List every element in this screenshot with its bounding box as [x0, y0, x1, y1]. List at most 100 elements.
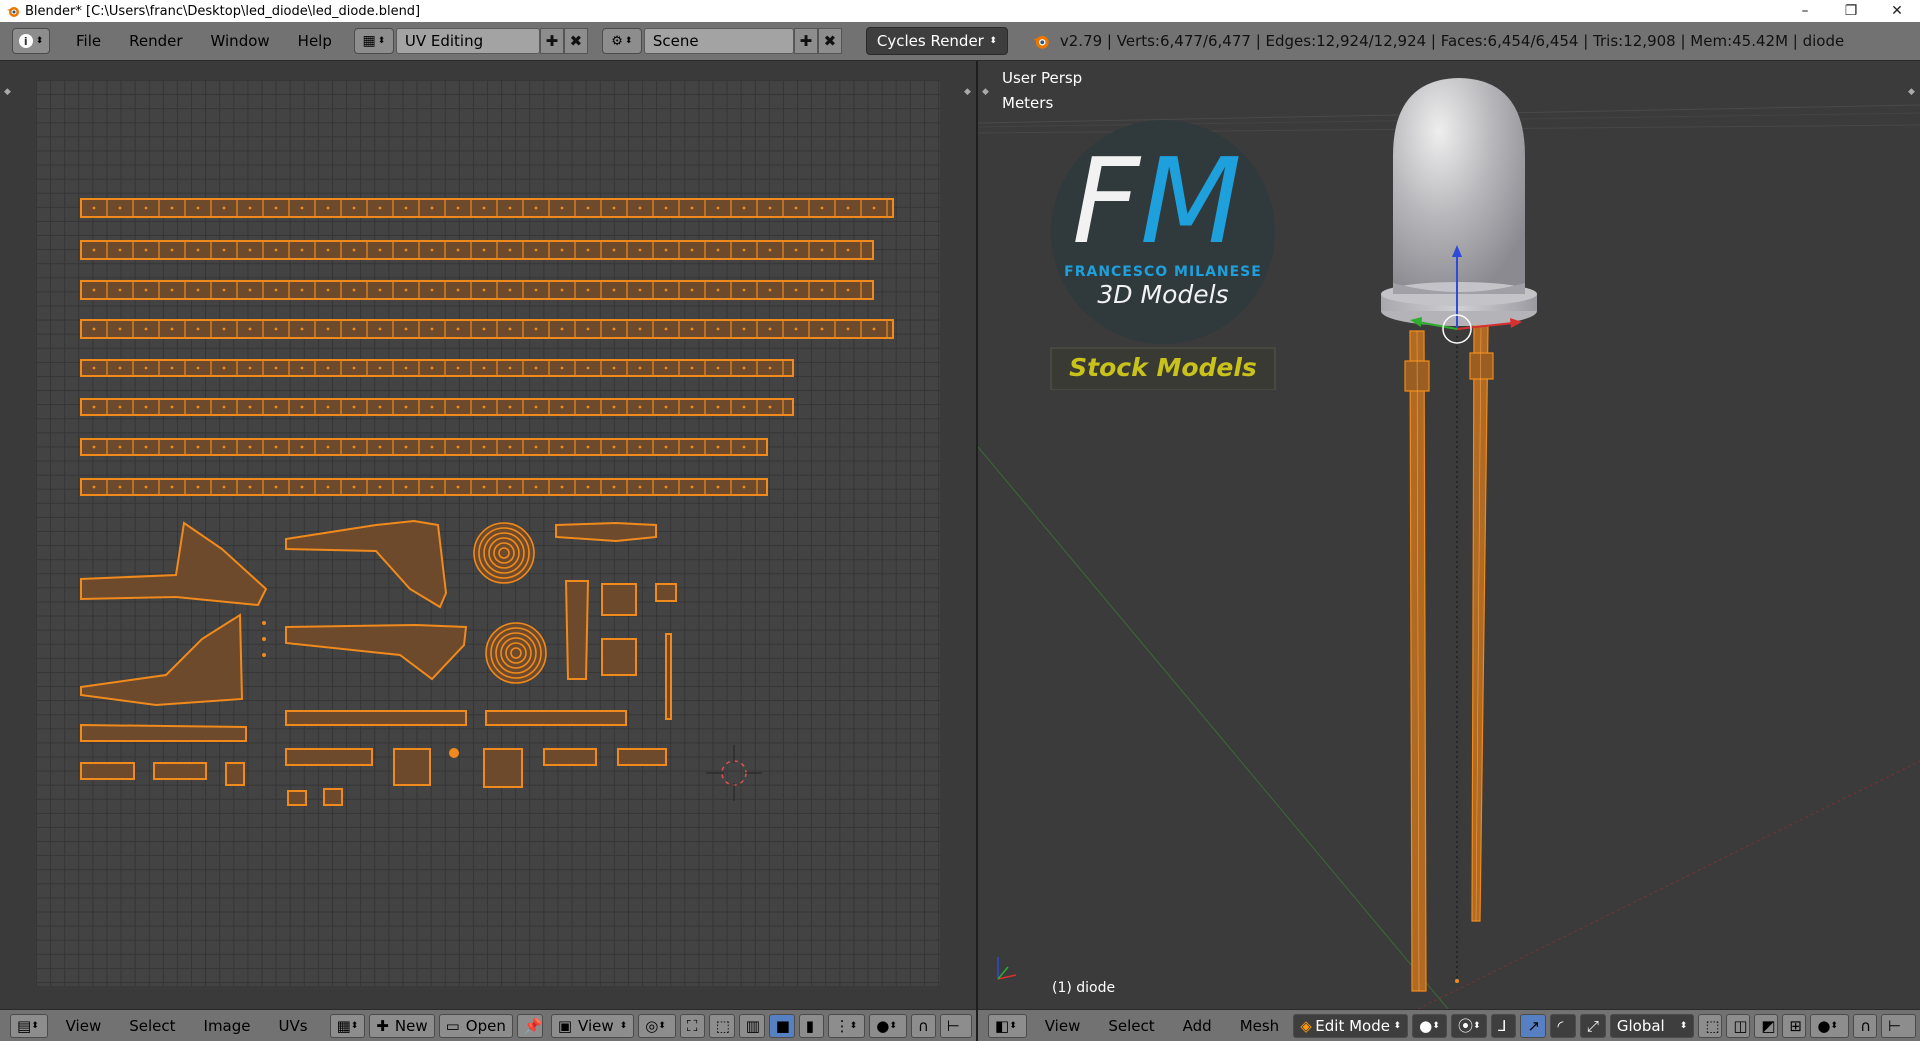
uv-island[interactable]	[285, 519, 448, 609]
plus-icon: ✚	[376, 1016, 389, 1035]
manipulator-toggle-button[interactable]: ⅃	[1491, 1013, 1517, 1038]
uv-island[interactable]	[285, 748, 373, 766]
vp-menu-view[interactable]: View	[1031, 1017, 1095, 1035]
uv-island[interactable]	[601, 583, 637, 616]
region-expand-icon[interactable]: ◆	[1908, 87, 1915, 97]
uv-island[interactable]	[287, 790, 307, 806]
region-expand-icon[interactable]: ◆	[4, 87, 11, 97]
pivot-point-dropdown[interactable]: ⦿ ⬍	[1451, 1013, 1488, 1038]
occlude-geometry-button[interactable]: ⊞	[1782, 1013, 1807, 1038]
uv-island[interactable]	[485, 710, 627, 726]
sticky-selection-button[interactable]: ⛶	[679, 1013, 705, 1038]
vp-menu-mesh[interactable]: Mesh	[1226, 1017, 1294, 1035]
uv-island[interactable]	[80, 319, 894, 339]
pivot-point-dropdown[interactable]: ◎ ⬍	[638, 1013, 676, 1038]
folder-icon: ▭	[445, 1016, 460, 1035]
face-select-icon: ◩	[1761, 1016, 1776, 1035]
uv-menu-view[interactable]: View	[52, 1017, 116, 1035]
proportional-edit-dropdown[interactable]: ● ⬍	[1810, 1013, 1850, 1038]
scale-manipulator-button[interactable]: ⤢	[1579, 1013, 1606, 1038]
uv-islands[interactable]	[36, 19, 940, 925]
uv-island[interactable]	[80, 359, 794, 377]
transform-orientation-label: Global	[1616, 1016, 1665, 1035]
region-expand-icon[interactable]: ◆	[982, 87, 989, 97]
interaction-mode-label: Edit Mode	[1315, 1016, 1390, 1035]
pin-image-button[interactable]: 📌	[516, 1013, 543, 1038]
editor-type-button[interactable]: ◧ ⬍	[988, 1013, 1027, 1038]
vertex-select-button[interactable]: ⬚	[1698, 1013, 1723, 1038]
2d-cursor[interactable]	[706, 745, 762, 801]
snap-element-dropdown[interactable]: ⋮ ⬍	[827, 1013, 866, 1038]
vp-menu-add[interactable]: Add	[1169, 1017, 1226, 1035]
transform-orientation-dropdown[interactable]: Global ⬍	[1609, 1013, 1695, 1038]
editor-type-button[interactable]: ▤ ⬍	[10, 1013, 48, 1038]
face-select-button[interactable]: ■	[768, 1013, 795, 1038]
vertex-select-button[interactable]: ⬚	[708, 1013, 735, 1038]
uv-island[interactable]	[564, 580, 590, 680]
face-select-button[interactable]: ◩	[1754, 1013, 1779, 1038]
uv-island[interactable]	[483, 748, 523, 788]
uv-island[interactable]	[323, 788, 343, 806]
uv-island[interactable]	[225, 762, 245, 786]
region-expand-icon[interactable]: ◆	[964, 87, 971, 97]
uv-island[interactable]	[80, 613, 244, 707]
uv-island[interactable]	[665, 633, 672, 720]
image-icon: ▦	[336, 1016, 351, 1035]
uv-island[interactable]	[153, 762, 207, 780]
proportional-edit-dropdown[interactable]: ● ⬍	[869, 1013, 907, 1038]
image-browse-button[interactable]: ▦ ⬍	[329, 1013, 366, 1038]
uv-island[interactable]	[285, 710, 467, 726]
uv-island[interactable]	[285, 623, 468, 681]
uv-island[interactable]	[601, 638, 637, 676]
uv-menu-select[interactable]: Select	[115, 1017, 189, 1035]
vertex-select-icon: ⬚	[1705, 1016, 1720, 1035]
uv-island[interactable]	[80, 723, 247, 742]
uv-island[interactable]	[80, 438, 768, 456]
island-select-button[interactable]: ▮	[798, 1013, 824, 1038]
uv-island[interactable]	[655, 583, 677, 602]
minimize-button[interactable]: –	[1782, 0, 1828, 22]
edge-select-button[interactable]: ▥	[738, 1013, 765, 1038]
view-name: User Persp	[1002, 69, 1083, 87]
uv-island[interactable]	[80, 240, 874, 260]
view-icon: ▣	[557, 1016, 573, 1035]
manipulator-icon: ⅃	[1498, 1016, 1507, 1035]
new-image-button[interactable]: ✚ New	[369, 1013, 435, 1038]
snap-toggle-button[interactable]: ∩	[910, 1013, 936, 1038]
uv-circle-island[interactable]	[473, 522, 535, 584]
image-view-mode-dropdown[interactable]: ▣ View ⬍	[550, 1013, 635, 1038]
uv-island[interactable]	[80, 280, 874, 300]
viewport-shading-dropdown[interactable]: ● ⬍	[1412, 1013, 1448, 1038]
translate-manipulator-button[interactable]: ↗	[1520, 1013, 1547, 1038]
uv-island[interactable]	[543, 748, 597, 766]
uv-island[interactable]	[80, 762, 135, 780]
fm-watermark-logo: F M FRANCESCO MILANESE 3D Models Stock M…	[1048, 120, 1278, 390]
edge-select-icon: ◫	[1733, 1016, 1748, 1035]
uv-circle-island[interactable]	[485, 622, 547, 684]
interaction-mode-dropdown[interactable]: ◈ Edit Mode ⬍	[1293, 1013, 1409, 1038]
edge-select-icon: ▥	[745, 1016, 760, 1035]
uv-island[interactable]	[80, 521, 268, 607]
uv-editor-header: ▤ ⬍ View Select Image UVs ▦ ⬍ ✚ New ▭ Open 📌…	[0, 1009, 976, 1041]
snap-element-dropdown[interactable]: ⊢	[1881, 1013, 1916, 1038]
restore-button[interactable]: ❐	[1828, 0, 1874, 22]
uv-menu-uvs[interactable]: UVs	[265, 1017, 322, 1035]
rotate-manipulator-button[interactable]: ◜	[1550, 1013, 1576, 1038]
vp-menu-select[interactable]: Select	[1094, 1017, 1168, 1035]
pivot-icon: ◎	[645, 1016, 659, 1035]
open-image-button[interactable]: ▭ Open	[438, 1013, 513, 1038]
uv-island[interactable]	[555, 521, 657, 543]
uv-island[interactable]	[393, 748, 431, 786]
uv-island[interactable]	[80, 198, 894, 218]
uv-dot[interactable]	[449, 748, 459, 758]
uv-menu-image[interactable]: Image	[190, 1017, 265, 1035]
updown-icon: ⬍	[658, 1020, 666, 1031]
uv-island[interactable]	[617, 748, 667, 766]
uv-island[interactable]	[80, 398, 794, 416]
close-button[interactable]: ✕	[1874, 0, 1920, 22]
edge-select-button[interactable]: ◫	[1726, 1013, 1751, 1038]
snap-target-dropdown[interactable]: ⊢	[939, 1013, 973, 1038]
uv-island[interactable]	[80, 478, 768, 496]
snap-toggle-button[interactable]: ∩	[1853, 1013, 1878, 1038]
updown-icon: ⬍	[1473, 1020, 1481, 1031]
